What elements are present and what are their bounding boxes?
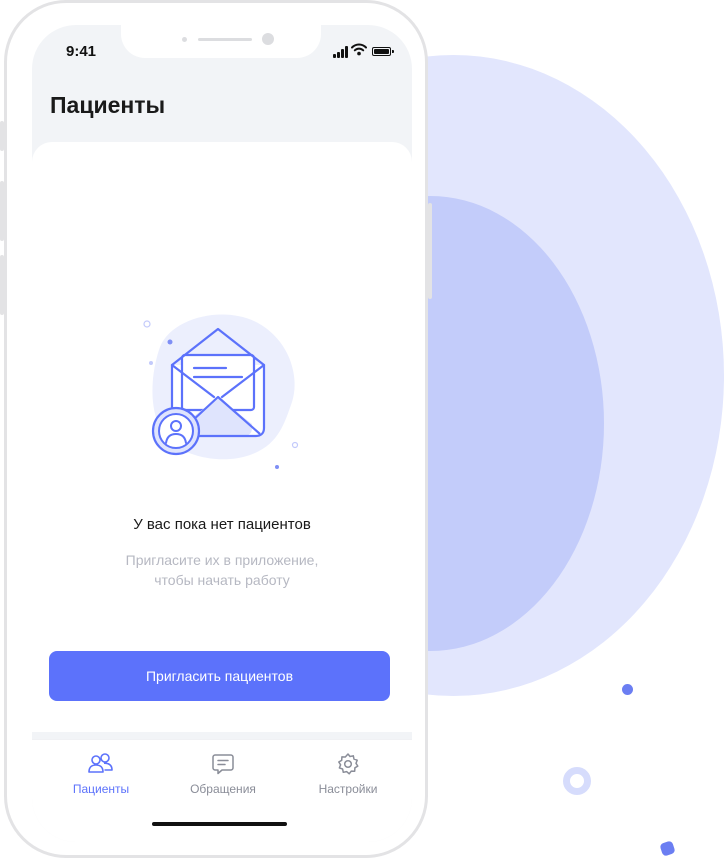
content-card: У вас пока нет пациентов Пригласите их в…: [32, 142, 412, 732]
battery-icon: [372, 47, 394, 56]
power-button: [428, 203, 432, 299]
speaker: [198, 38, 252, 41]
empty-state-subtitle-line1: Пригласите их в приложение,: [125, 552, 319, 568]
tab-settings-label: Настройки: [318, 782, 378, 796]
mute-switch: [0, 121, 4, 151]
users-icon: [88, 753, 113, 773]
sensor: [182, 37, 187, 42]
status-icons: [333, 43, 394, 58]
envelope-illustration: [143, 314, 299, 469]
notch: [121, 25, 321, 58]
signal-icon-bar: [337, 52, 340, 58]
tab-requests[interactable]: Обращения: [173, 752, 273, 796]
signal-icon-bar: [345, 46, 348, 58]
tab-patients-label: Пациенты: [72, 782, 130, 796]
tab-bar: Пациенты Обращения Настройки: [32, 739, 412, 842]
signal-icon: [333, 54, 336, 58]
decor-ring: [563, 767, 591, 795]
message-icon: [212, 754, 234, 775]
signal-icon-bar: [341, 49, 344, 58]
phone-frame: 9:41 Пациенты У вас пока нет пациентов П…: [0, 0, 432, 858]
gear-icon: [338, 753, 359, 775]
tab-settings[interactable]: Настройки: [298, 752, 398, 796]
tab-requests-label: Обращения: [190, 782, 256, 796]
invite-patients-button[interactable]: Пригласить пациентов: [49, 651, 390, 701]
page-title: Пациенты: [50, 92, 166, 118]
decor-dot: [622, 684, 633, 695]
status-time: 9:41: [66, 43, 97, 60]
wifi-icon: [351, 43, 367, 56]
volume-down-button: [0, 255, 4, 315]
empty-state-subtitle-line2: чтобы начать работу: [154, 572, 290, 588]
volume-up-button: [0, 181, 4, 241]
empty-state-title: У вас пока нет пациентов: [133, 516, 311, 533]
home-indicator: [152, 822, 287, 826]
decor-square: [659, 840, 676, 857]
tab-patients[interactable]: Пациенты: [51, 752, 151, 796]
phone-screen: 9:41 Пациенты У вас пока нет пациентов П…: [32, 25, 412, 842]
front-camera: [262, 33, 274, 45]
empty-state-subtitle: Пригласите их в приложение, чтобы начать…: [32, 550, 412, 590]
